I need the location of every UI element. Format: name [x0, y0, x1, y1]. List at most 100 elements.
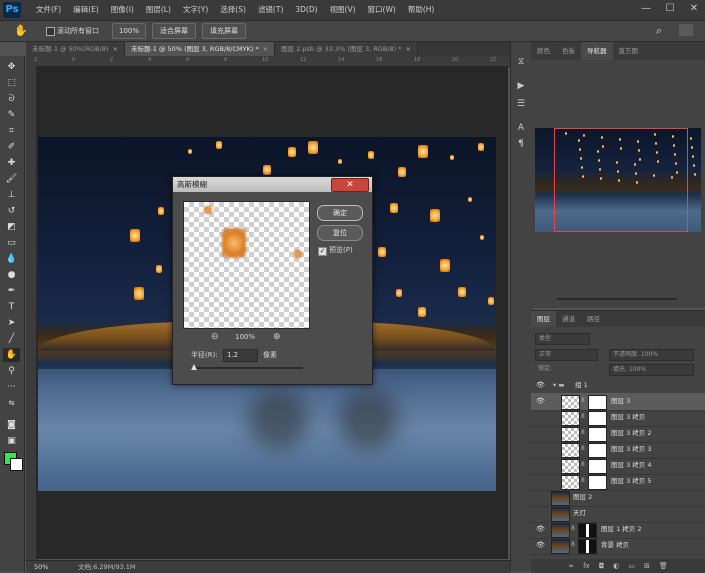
visibility-eye-icon[interactable]: [536, 429, 545, 437]
quick-mask-icon[interactable]: ◙: [3, 418, 20, 432]
layer-mask-thumbnail[interactable]: [588, 443, 607, 458]
quick-select-tool-icon[interactable]: ✎: [3, 108, 20, 122]
link-layers-icon[interactable]: ∞: [568, 559, 574, 573]
mask-link-icon[interactable]: 8: [571, 525, 575, 532]
add-mask-icon[interactable]: ◘: [599, 559, 605, 573]
blur-tool-icon[interactable]: 💧: [3, 252, 20, 266]
menu-item-4[interactable]: 文字(Y): [177, 0, 214, 20]
document-tab-2[interactable]: 图层 2.psb @ 33.3% (图层 3, RGB/8) * ×: [275, 42, 418, 56]
blend-mode-select[interactable]: 正常: [535, 349, 598, 361]
dialog-close-button[interactable]: ✕: [331, 178, 369, 192]
visibility-eye-icon[interactable]: 👁: [536, 397, 545, 405]
mask-link-icon[interactable]: 8: [581, 477, 585, 484]
reset-button[interactable]: 复位: [317, 225, 363, 241]
mask-link-icon[interactable]: 8: [581, 445, 585, 452]
paragraph-panel-icon[interactable]: ¶: [515, 138, 527, 150]
menu-item-2[interactable]: 图像(I): [105, 0, 140, 20]
menu-item-6[interactable]: 滤镜(T): [252, 0, 289, 20]
menu-item-10[interactable]: 帮助(H): [402, 0, 441, 20]
type-tool-icon[interactable]: T: [3, 300, 20, 314]
layer-mask-thumbnail[interactable]: [578, 539, 597, 554]
fill-screen-button[interactable]: 填充屏幕: [202, 23, 246, 39]
minimize-button[interactable]: —: [639, 2, 653, 16]
layers-tab-1[interactable]: 通道: [556, 311, 581, 327]
visibility-eye-icon[interactable]: [536, 509, 545, 517]
menu-item-0[interactable]: 文件(F): [30, 0, 67, 20]
dialog-titlebar[interactable]: 高斯模糊 ✕: [173, 177, 372, 192]
preview-checkbox[interactable]: ✓: [318, 247, 327, 256]
menu-item-5[interactable]: 选择(S): [214, 0, 252, 20]
visibility-eye-icon[interactable]: [536, 445, 545, 453]
layers-tab-0[interactable]: 图层: [531, 311, 556, 327]
mask-link-icon[interactable]: 8: [581, 429, 585, 436]
path-select-tool-icon[interactable]: ➤: [3, 316, 20, 330]
layer-mask-thumbnail[interactable]: [588, 411, 607, 426]
tab-close-icon[interactable]: ×: [263, 45, 268, 53]
fill-field[interactable]: 填充: 100%: [609, 364, 694, 376]
layer-mask-thumbnail[interactable]: [578, 523, 597, 538]
document-tab-1[interactable]: 未标题-1 @ 50% (图层 3, RGB/8/CMYK) * ×: [124, 42, 276, 56]
radius-slider-track[interactable]: [191, 367, 303, 369]
layer-style-icon[interactable]: fx: [583, 559, 590, 573]
new-layer-icon[interactable]: ⊞: [644, 559, 650, 573]
eraser-tool-icon[interactable]: ◩: [3, 220, 20, 234]
layers-tab-2[interactable]: 路径: [581, 311, 606, 327]
layer-mask-thumbnail[interactable]: [588, 475, 607, 490]
status-zoom[interactable]: 50%: [34, 562, 48, 572]
visibility-eye-icon[interactable]: 👁: [536, 525, 545, 533]
more-tools-icon[interactable]: ···: [3, 380, 20, 394]
visibility-eye-icon[interactable]: [536, 477, 545, 485]
menu-item-7[interactable]: 3D(D): [289, 0, 323, 20]
clone-stamp-tool-icon[interactable]: ⊥: [3, 188, 20, 202]
tab-close-icon[interactable]: ×: [112, 45, 117, 53]
zoom-100-button[interactable]: 100%: [112, 23, 146, 39]
menu-item-1[interactable]: 编辑(E): [67, 0, 105, 20]
mask-link-icon[interactable]: 8: [581, 461, 585, 468]
maximize-button[interactable]: ☐: [663, 2, 677, 16]
actions-panel-icon[interactable]: ▶: [515, 80, 527, 92]
panel-tab-1[interactable]: 色板: [556, 42, 581, 60]
visibility-eye-icon[interactable]: 👁: [536, 541, 545, 549]
scroll-all-windows-checkbox[interactable]: [46, 27, 55, 36]
screen-mode-icon[interactable]: ▣: [3, 434, 20, 448]
lasso-tool-icon[interactable]: ᘐ: [3, 92, 20, 106]
zoom-in-icon[interactable]: ⊕: [273, 332, 281, 342]
mask-link-icon[interactable]: 8: [571, 541, 575, 548]
visibility-eye-icon[interactable]: 👁: [536, 381, 545, 389]
menu-item-3[interactable]: 图层(L): [140, 0, 177, 20]
gradient-tool-icon[interactable]: ▭: [3, 236, 20, 250]
navigator-thumbnail[interactable]: [535, 128, 701, 232]
visibility-eye-icon[interactable]: [536, 461, 545, 469]
radius-slider-thumb[interactable]: [191, 364, 197, 370]
layer-mask-thumbnail[interactable]: [588, 395, 607, 410]
adjustments-panel-icon[interactable]: ☰: [515, 98, 527, 110]
layer-mask-thumbnail[interactable]: [588, 459, 607, 474]
move-tool-icon[interactable]: ✥: [3, 60, 20, 74]
zoom-tool-icon[interactable]: ⚲: [3, 364, 20, 378]
ok-button[interactable]: 确定: [317, 205, 363, 221]
character-panel-icon[interactable]: A: [515, 122, 527, 134]
menu-item-8[interactable]: 视图(V): [324, 0, 362, 20]
document-tab-0[interactable]: 未标题-1 @ 50%(RGB/8) ×: [26, 42, 125, 56]
visibility-eye-icon[interactable]: [536, 413, 545, 421]
opacity-field[interactable]: 不透明度: 100%: [609, 349, 694, 361]
background-color-swatch[interactable]: [10, 458, 23, 471]
navigator-view-box[interactable]: [554, 128, 688, 232]
history-brush-tool-icon[interactable]: ↺: [3, 204, 20, 218]
panel-tab-3[interactable]: 直方图: [613, 42, 645, 60]
blur-preview-area[interactable]: [183, 201, 310, 329]
panel-tab-0[interactable]: 颜色: [531, 42, 556, 60]
mask-link-icon[interactable]: 8: [581, 413, 585, 420]
layer-mask-thumbnail[interactable]: [588, 427, 607, 442]
layer-row[interactable]: 👁 8 背景 拷贝: [531, 537, 705, 555]
zoom-out-icon[interactable]: ⊖: [211, 332, 219, 342]
fit-screen-button[interactable]: 适合屏幕: [152, 23, 196, 39]
delete-layer-icon[interactable]: 🗑: [659, 559, 668, 573]
layer-kind-filter[interactable]: 类型: [535, 333, 590, 345]
visibility-eye-icon[interactable]: [536, 493, 545, 501]
mask-link-icon[interactable]: 8: [581, 397, 585, 404]
history-panel-icon[interactable]: ⧖: [515, 56, 527, 68]
eyedropper-tool-icon[interactable]: ✐: [3, 140, 20, 154]
radius-input[interactable]: 1.2: [223, 349, 258, 362]
healing-brush-tool-icon[interactable]: ✚: [3, 156, 20, 170]
